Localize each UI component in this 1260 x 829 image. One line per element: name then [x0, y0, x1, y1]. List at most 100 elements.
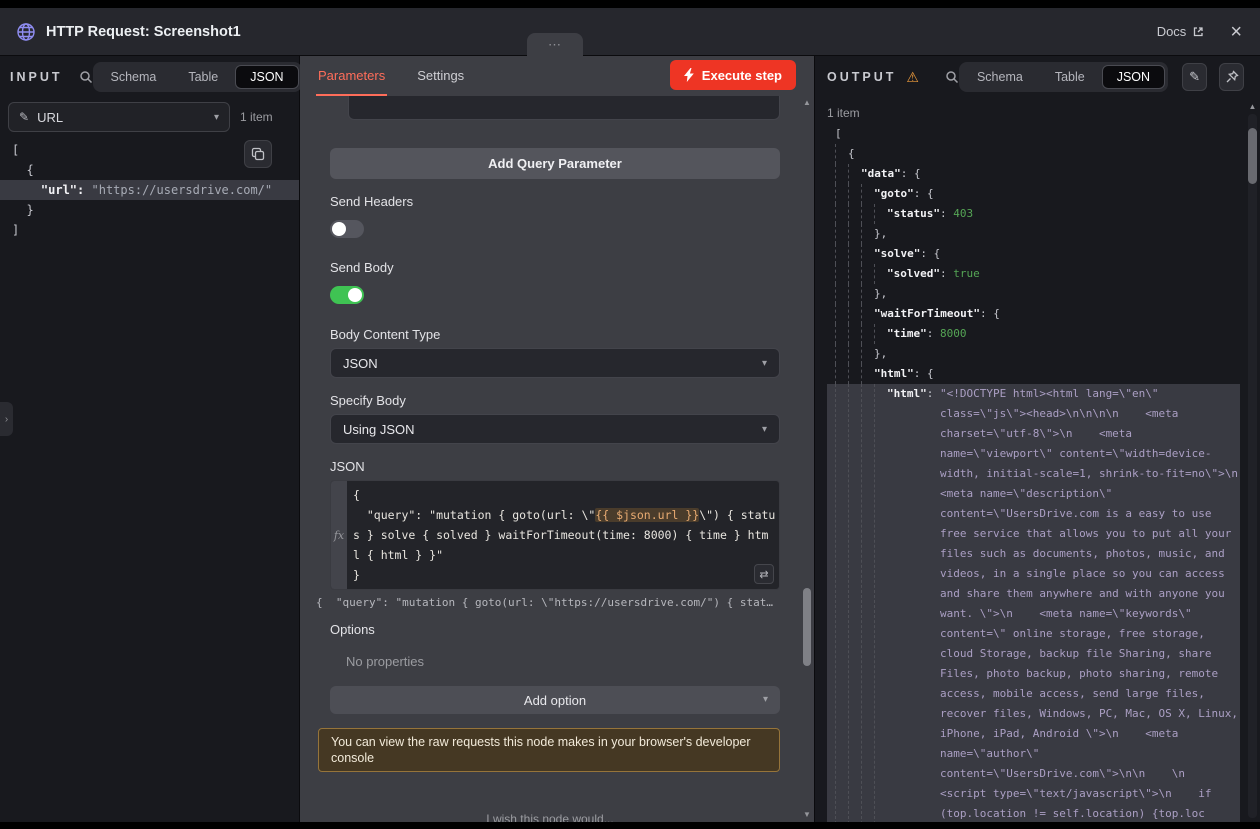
body-content-type-value: JSON	[343, 356, 378, 371]
globe-icon	[16, 22, 36, 42]
node-feedback-link[interactable]: I wish this node would...	[300, 812, 800, 822]
fx-badge: fx	[334, 529, 344, 542]
input-panel: INPUT Schema Table JSON ✎ URL ▾ 1 item	[0, 56, 300, 822]
add-option-label: Add option	[524, 693, 586, 708]
json-line: "time": 8000	[827, 324, 1240, 344]
options-label: Options	[330, 622, 375, 637]
json-line: },	[827, 224, 1240, 244]
docs-link[interactable]: Docs	[1157, 24, 1205, 39]
chevron-down-icon: ▾	[762, 358, 767, 369]
scroll-up-icon[interactable]: ▲	[1248, 102, 1257, 112]
json-line: "waitForTimeout": {	[827, 304, 1240, 324]
json-line: },	[827, 284, 1240, 304]
json-line: "goto": {	[827, 184, 1240, 204]
json-line: [	[827, 124, 1240, 144]
output-json-view: [{"data": {"goto": {"status": 403},"solv…	[827, 124, 1240, 822]
input-tab-table[interactable]: Table	[173, 65, 233, 89]
copy-icon	[251, 147, 265, 161]
copy-button[interactable]	[244, 140, 272, 168]
expression-preview: { "query": "mutation { goto(url: \"https…	[316, 595, 782, 611]
docs-label: Docs	[1157, 24, 1187, 39]
input-source-select[interactable]: ✎ URL ▾	[8, 102, 230, 132]
pin-data-button[interactable]	[1219, 63, 1244, 91]
execute-step-button[interactable]: Execute step	[670, 60, 796, 90]
node-title: HTTP Request: Screenshot1	[46, 24, 241, 40]
json-line: ]	[0, 220, 299, 240]
output-search-icon[interactable]	[945, 70, 959, 84]
scrollbar-thumb[interactable]	[1248, 128, 1257, 184]
send-body-label: Send Body	[330, 260, 394, 275]
input-items-count: 1 item	[240, 110, 273, 124]
chevron-down-icon: ▾	[214, 112, 219, 123]
json-line: s } solve { solved } waitForTimeout(time…	[353, 525, 773, 545]
body-content-type-select[interactable]: JSON ▾	[330, 348, 780, 378]
output-panel: OUTPUT ⚠ Schema Table JSON ✎	[814, 56, 1260, 822]
scroll-up-icon[interactable]: ▲	[801, 98, 813, 108]
json-editor-lines: { "query": "mutation { goto(url: \"{{ $j…	[347, 481, 779, 589]
pin-data-icon	[1225, 70, 1239, 84]
json-body-editor[interactable]: fx { "query": "mutation { goto(url: \"{{…	[330, 480, 780, 590]
output-panel-header: OUTPUT ⚠ Schema Table JSON ✎	[827, 62, 1244, 92]
json-line: "solve": {	[827, 244, 1240, 264]
send-headers-toggle[interactable]	[330, 220, 364, 238]
send-headers-label: Send Headers	[330, 194, 413, 209]
ndv-drag-handle[interactable]: ⋯	[527, 33, 583, 56]
ndv-header: HTTP Request: Screenshot1 Docs ×	[0, 8, 1260, 56]
developer-console-notice: You can view the raw requests this node …	[318, 728, 780, 772]
output-tab-table[interactable]: Table	[1040, 65, 1100, 89]
specify-body-select[interactable]: Using JSON ▾	[330, 414, 780, 444]
output-items-count: 1 item	[827, 106, 860, 120]
json-body-label: JSON	[330, 459, 365, 474]
edit-output-button[interactable]: ✎	[1182, 63, 1207, 91]
output-scrollbar[interactable]: ▲	[1248, 114, 1257, 818]
json-line: {	[827, 144, 1240, 164]
output-tab-schema[interactable]: Schema	[962, 65, 1038, 89]
external-link-icon	[1192, 26, 1204, 38]
execute-step-label: Execute step	[702, 68, 782, 83]
add-option-button[interactable]: Add option ▾	[330, 686, 780, 714]
input-view-tabs: Schema Table JSON	[93, 62, 302, 92]
close-icon[interactable]: ×	[1230, 22, 1242, 42]
json-line: "html": {	[827, 364, 1240, 384]
input-collapse-handle[interactable]: ›	[0, 402, 13, 436]
expand-expression-icon[interactable]: ⇄	[754, 564, 774, 584]
parameters-form: Add Query Parameter Send Headers Send Bo…	[300, 96, 800, 822]
json-line: "data": {	[827, 164, 1240, 184]
input-tab-schema[interactable]: Schema	[96, 65, 172, 89]
json-line: "status": 403	[827, 204, 1240, 224]
scrollbar-thumb[interactable]	[803, 588, 811, 666]
output-panel-title: OUTPUT	[827, 70, 896, 84]
json-line: }	[0, 200, 299, 220]
send-body-toggle[interactable]	[330, 286, 364, 304]
specify-body-value: Using JSON	[343, 422, 415, 437]
add-query-parameter-button[interactable]: Add Query Parameter	[330, 148, 780, 179]
json-line: "html": "<!DOCTYPE html><html lang=\"en\…	[827, 384, 1240, 822]
toggle-knob	[348, 288, 362, 302]
edit-output-icon: ✎	[1189, 69, 1200, 85]
json-line: "url": "https://usersdrive.com/"	[0, 180, 299, 200]
output-tab-json[interactable]: JSON	[1102, 65, 1165, 89]
json-line: l { html } }"	[353, 545, 773, 565]
expression-gutter: fx	[331, 481, 347, 589]
input-tab-json[interactable]: JSON	[235, 65, 298, 89]
ndv-modal: HTTP Request: Screenshot1 Docs × ⋯ INPUT…	[0, 8, 1260, 822]
pencil-icon: ✎	[19, 110, 29, 124]
chevron-down-icon: ▾	[763, 694, 768, 705]
scroll-down-icon[interactable]: ▼	[801, 810, 813, 820]
input-search-icon[interactable]	[79, 70, 93, 84]
lightning-icon	[684, 68, 694, 82]
query-parameter-value-input[interactable]	[348, 96, 780, 120]
json-line: },	[827, 344, 1240, 364]
input-panel-header: INPUT Schema Table JSON	[10, 62, 291, 92]
parameters-panel: Parameters Settings Execute step Add Que…	[300, 56, 814, 822]
warning-triangle-icon: ⚠	[906, 69, 919, 86]
parameters-scrollbar[interactable]: ▲ ▼	[801, 98, 813, 820]
tab-parameters[interactable]: Parameters	[316, 56, 387, 96]
input-panel-title: INPUT	[10, 70, 63, 84]
toggle-knob	[332, 222, 346, 236]
tab-settings[interactable]: Settings	[415, 56, 466, 96]
json-line: "query": "mutation { goto(url: \"{{ $jso…	[353, 505, 773, 525]
json-line: {	[353, 485, 773, 505]
output-view-tabs: Schema Table JSON	[959, 62, 1168, 92]
json-line: }	[353, 565, 773, 585]
